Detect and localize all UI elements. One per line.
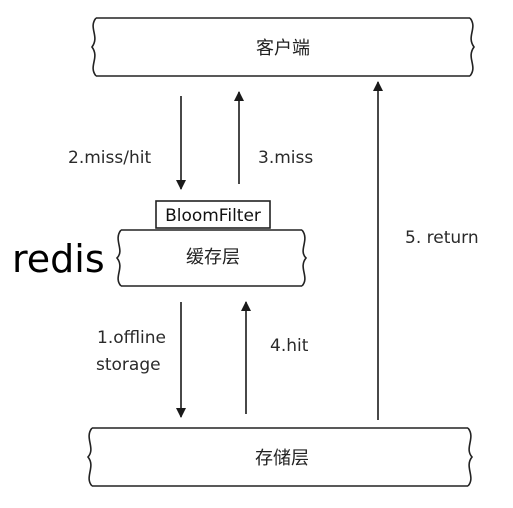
label-hit: 4.hit (270, 336, 309, 356)
cache-label: 缓存层 (186, 247, 240, 268)
client-box: 客户端 (91, 17, 475, 77)
label-miss-hit: 2.miss/hit (68, 148, 151, 168)
storage-box: 存储层 (86, 427, 474, 487)
storage-label: 存储层 (255, 448, 309, 469)
bloom-filter-label: BloomFilter (165, 206, 261, 226)
label-return: 5. return (405, 228, 479, 248)
redis-label: redis (12, 237, 105, 281)
client-label: 客户端 (256, 38, 310, 59)
label-offline: 1.offline (97, 328, 166, 348)
cache-architecture-diagram: 客户端 BloomFilter 缓存层 redis 存储层 2.miss/hit… (12, 17, 479, 487)
bloom-filter-box: BloomFilter (155, 200, 271, 229)
cache-box: 缓存层 (115, 229, 308, 287)
label-storage: storage (96, 355, 161, 375)
label-miss: 3.miss (258, 148, 313, 168)
